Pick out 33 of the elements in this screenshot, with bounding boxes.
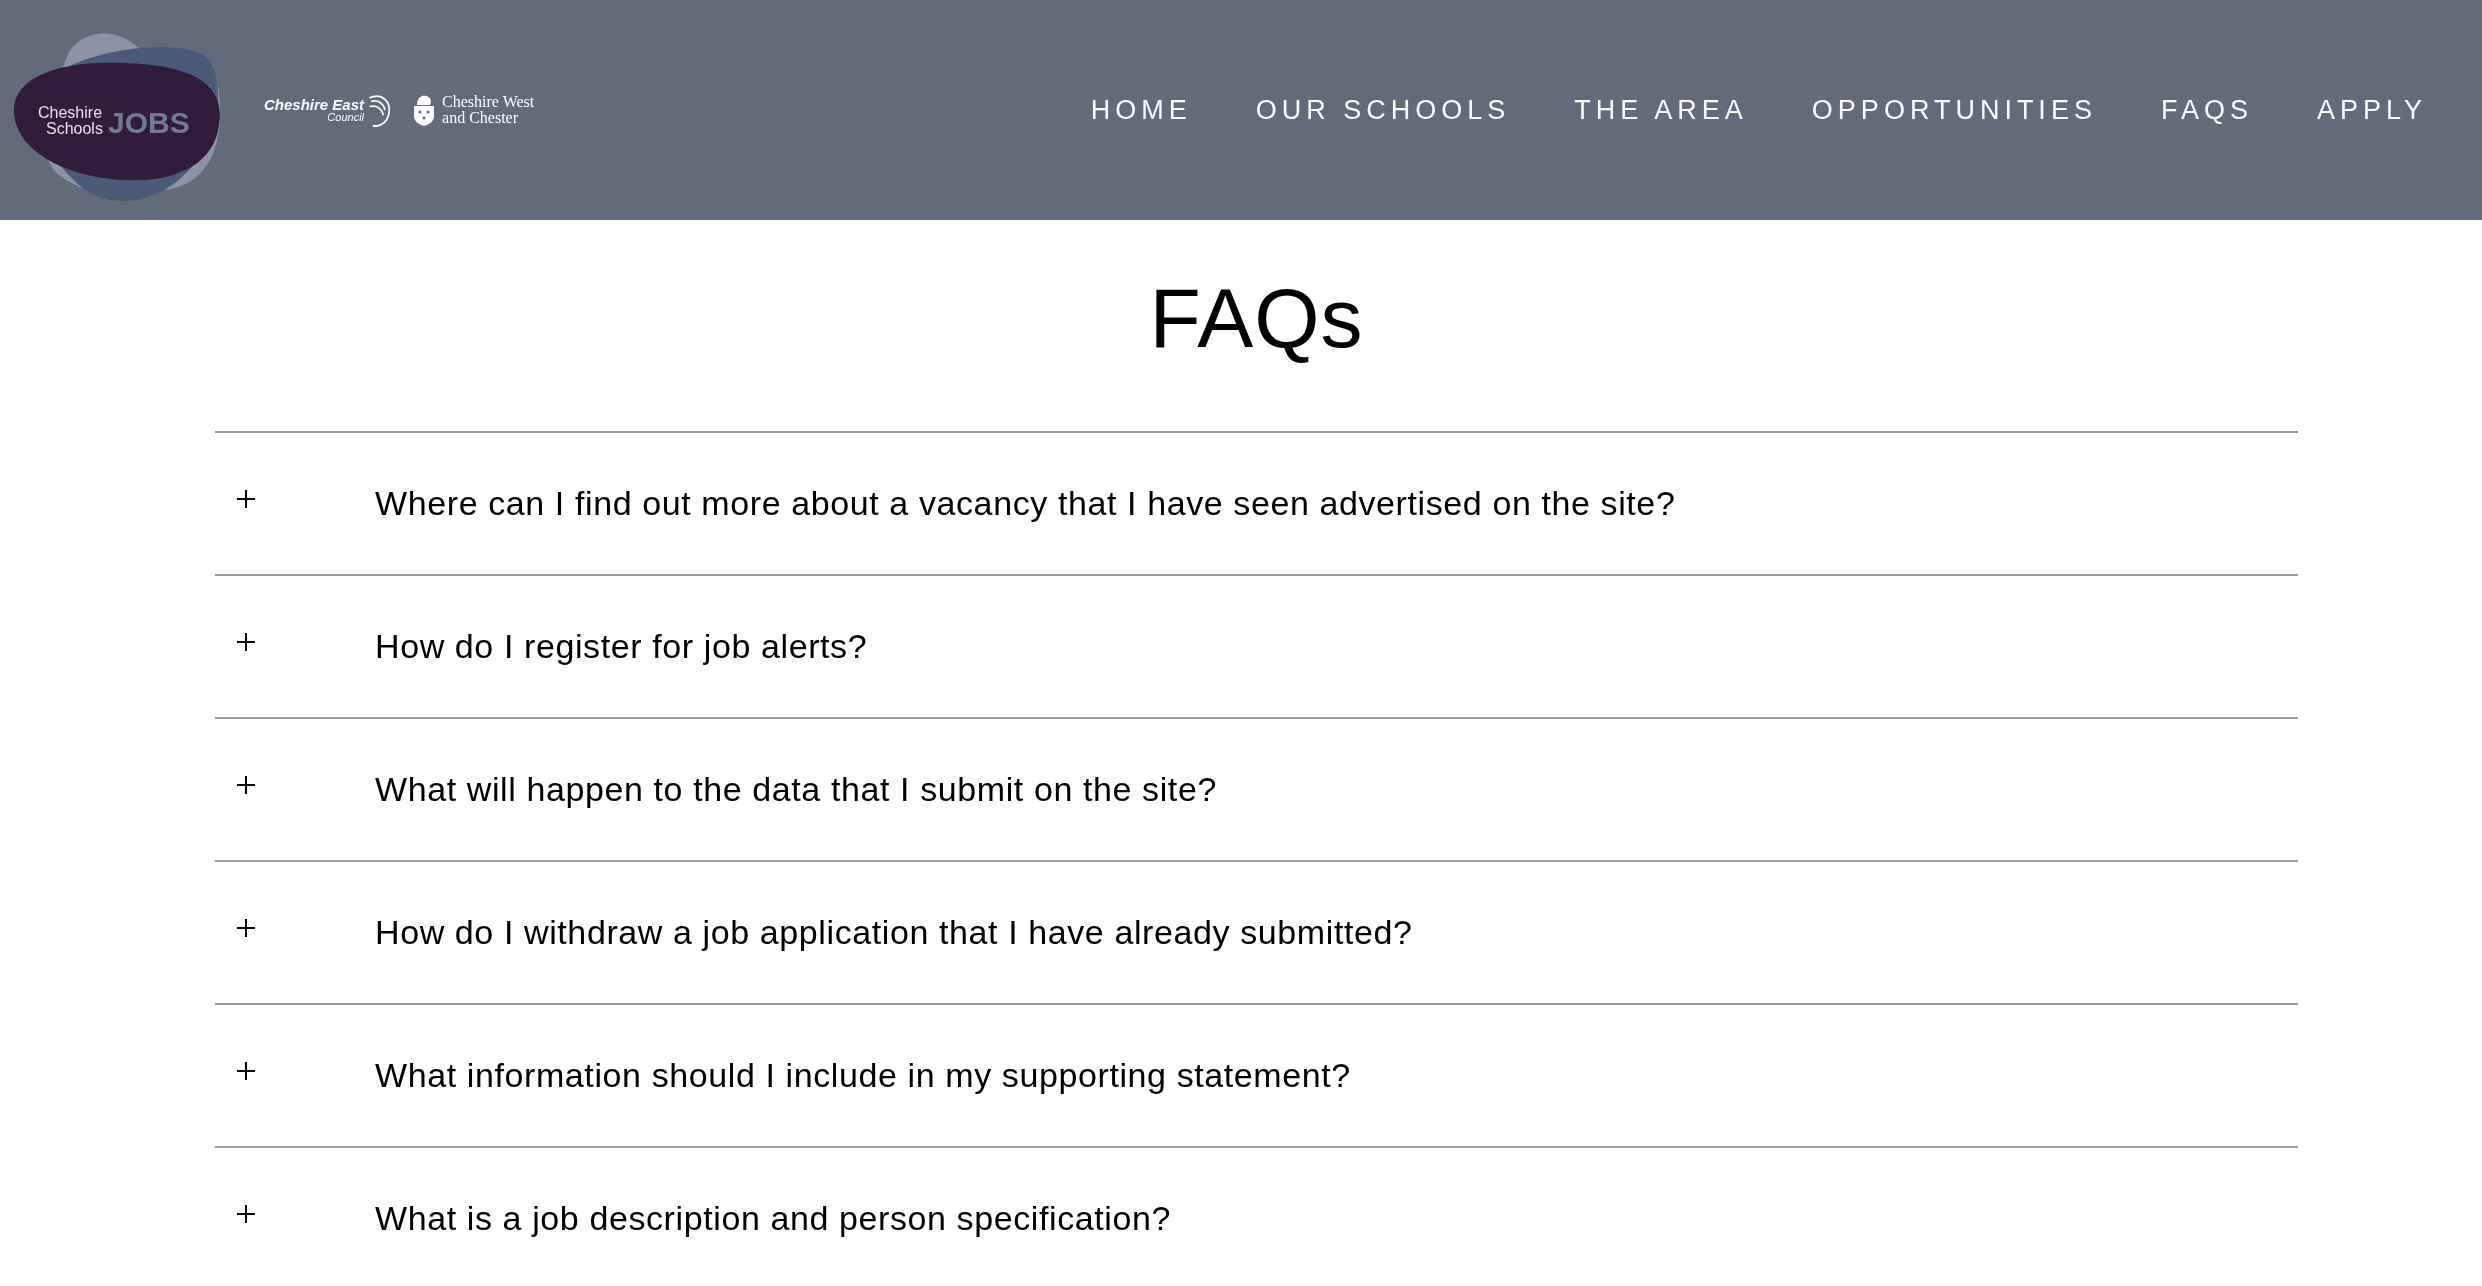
nav-link[interactable]: OUR SCHOOLS	[1255, 94, 1511, 126]
logo-jobs-text: JOBS	[108, 106, 190, 139]
faq-row[interactable]: What information should I include in my supporting statement?	[215, 1004, 2298, 1148]
plus-icon[interactable]	[236, 1204, 256, 1225]
faq-question: Where can I find out more about a vacancy that I have seen advertised on the site?	[375, 483, 1676, 523]
page-title: FAQs	[1148, 270, 1365, 367]
faq-question: What information should I include in my supporting statement?	[375, 1055, 1351, 1095]
logo-text: Schools	[46, 120, 103, 137]
faq-row[interactable]: How do I register for job alerts?	[215, 575, 2298, 719]
nav-link[interactable]: FAQS	[2160, 94, 2253, 126]
plus-icon[interactable]	[236, 489, 256, 510]
plus-icon[interactable]	[236, 632, 256, 653]
nav-link[interactable]: OPPORTUNITIES	[1811, 94, 2097, 126]
faq-row[interactable]: What will happen to the data that I submit on the site?	[215, 718, 2298, 862]
plus-icon[interactable]	[236, 918, 256, 939]
crest-shield-icon	[412, 93, 437, 127]
plus-icon[interactable]	[236, 1061, 256, 1082]
plus-icon[interactable]	[236, 775, 256, 796]
nav-link[interactable]: HOME	[1090, 94, 1192, 126]
faq-question: How do I register for job alerts?	[375, 626, 868, 666]
logo-text: Cheshire	[38, 104, 103, 121]
faq-question: How do I withdraw a job application that I have already submitted?	[375, 912, 1413, 952]
faq-question: What is a job description and person specification?	[375, 1198, 1172, 1238]
faq-row[interactable]: What is a job description and person specification?	[215, 1147, 2298, 1286]
partner-name: Cheshire West	[442, 94, 535, 110]
partner-subtitle: Council	[327, 112, 365, 123]
partner-name: Cheshire East	[264, 97, 365, 112]
faq-row[interactable]: Where can I find out more about a vacancy that I have seen advertised on the site?	[215, 432, 2298, 576]
nav-link[interactable]: THE AREA	[1574, 94, 1748, 126]
faq-question: What will happen to the data that I submit on the site?	[375, 769, 1217, 809]
nav-link[interactable]: APPLY	[2316, 94, 2427, 126]
faq-row[interactable]: How do I withdraw a job application that I have already submitted?	[215, 861, 2298, 1005]
partner-subtitle: and Chester	[442, 110, 520, 126]
